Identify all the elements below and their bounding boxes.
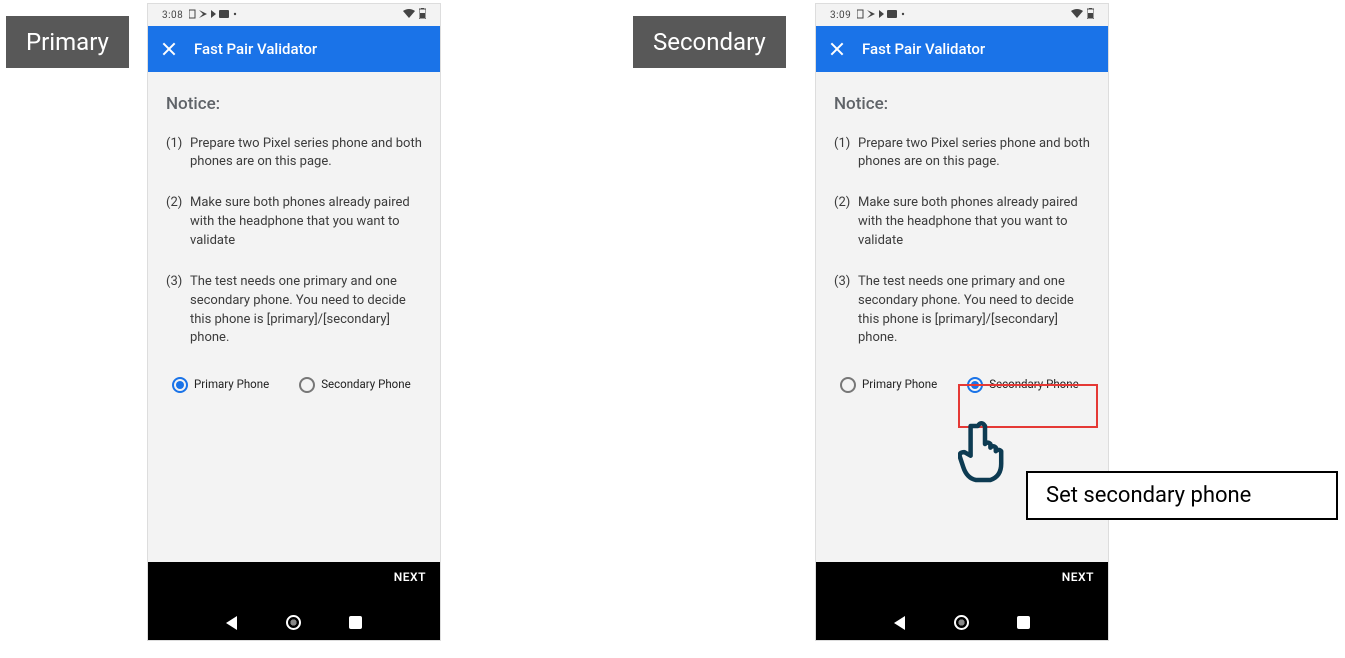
radio-selected-icon — [172, 377, 188, 393]
step-2-num: (2) — [166, 194, 190, 251]
status-bar: 3:09 — [816, 4, 1108, 26]
next-button[interactable]: NEXT — [1062, 570, 1094, 584]
step-2: (2) Make sure both phones already paired… — [834, 194, 1090, 251]
nav-bar — [148, 615, 440, 630]
radio-unselected-icon — [840, 377, 856, 393]
radio-primary-phone[interactable]: Primary Phone — [840, 376, 937, 393]
content-area: Notice: (1) Prepare two Pixel series pho… — [148, 72, 440, 562]
step-2-text: Make sure both phones already paired wit… — [858, 194, 1090, 251]
radio-secondary-label: Secondary Phone — [989, 376, 1078, 393]
step-3: (3) The test needs one primary and one s… — [834, 273, 1090, 348]
step-1-text: Prepare two Pixel series phone and both … — [858, 135, 1090, 173]
step-3-text: The test needs one primary and one secon… — [190, 273, 422, 348]
nav-home-icon[interactable] — [286, 615, 301, 630]
radio-secondary-phone[interactable]: Secondary Phone — [967, 376, 1078, 393]
radio-primary-phone[interactable]: Primary Phone — [172, 376, 269, 393]
phone-secondary: 3:09 Fast Pair Validator No — [816, 4, 1108, 640]
clock-text: 3:08 — [162, 10, 183, 21]
step-1-num: (1) — [834, 135, 858, 173]
pointer-hand-icon — [958, 420, 1012, 486]
callout-set-secondary: Set secondary phone — [1026, 471, 1338, 520]
radio-secondary-label: Secondary Phone — [321, 376, 410, 393]
nav-back-icon[interactable] — [894, 616, 905, 630]
nav-recent-icon[interactable] — [349, 616, 362, 629]
radio-group: Primary Phone Secondary Phone — [834, 376, 1090, 393]
app-bar: Fast Pair Validator — [148, 26, 440, 72]
wifi-icon — [403, 9, 415, 22]
radio-primary-label: Primary Phone — [194, 376, 269, 393]
step-1-text: Prepare two Pixel series phone and both … — [190, 135, 422, 173]
nav-bar — [816, 615, 1108, 630]
status-misc-icons — [857, 9, 927, 22]
notice-title: Notice: — [166, 92, 422, 117]
phone-primary: 3:08 Fast Pair Validator No — [148, 4, 440, 640]
tag-primary: Primary — [6, 16, 129, 68]
radio-group: Primary Phone Secondary Phone — [166, 376, 422, 393]
radio-secondary-phone[interactable]: Secondary Phone — [299, 376, 410, 393]
notice-title: Notice: — [834, 92, 1090, 117]
step-3-num: (3) — [834, 273, 858, 348]
next-button[interactable]: NEXT — [394, 570, 426, 584]
tag-secondary: Secondary — [633, 16, 786, 68]
radio-primary-label: Primary Phone — [862, 376, 937, 393]
wifi-icon — [1071, 9, 1083, 22]
app-title: Fast Pair Validator — [194, 40, 317, 58]
close-icon[interactable] — [830, 42, 844, 56]
nav-back-icon[interactable] — [226, 616, 237, 630]
nav-recent-icon[interactable] — [1017, 616, 1030, 629]
step-3-text: The test needs one primary and one secon… — [858, 273, 1090, 348]
nav-home-icon[interactable] — [954, 615, 969, 630]
app-bar: Fast Pair Validator — [816, 26, 1108, 72]
step-2-num: (2) — [834, 194, 858, 251]
bottom-bar: NEXT — [816, 562, 1108, 640]
bottom-bar: NEXT — [148, 562, 440, 640]
step-2-text: Make sure both phones already paired wit… — [190, 194, 422, 251]
clock-text: 3:09 — [830, 10, 851, 21]
step-1: (1) Prepare two Pixel series phone and b… — [166, 135, 422, 173]
step-1: (1) Prepare two Pixel series phone and b… — [834, 135, 1090, 173]
battery-icon — [419, 8, 426, 22]
battery-icon — [1087, 8, 1094, 22]
status-bar: 3:08 — [148, 4, 440, 26]
close-icon[interactable] — [162, 42, 176, 56]
step-3: (3) The test needs one primary and one s… — [166, 273, 422, 348]
app-title: Fast Pair Validator — [862, 40, 985, 58]
status-misc-icons — [189, 9, 259, 22]
step-1-num: (1) — [166, 135, 190, 173]
radio-selected-icon — [967, 377, 983, 393]
radio-unselected-icon — [299, 377, 315, 393]
step-2: (2) Make sure both phones already paired… — [166, 194, 422, 251]
step-3-num: (3) — [166, 273, 190, 348]
